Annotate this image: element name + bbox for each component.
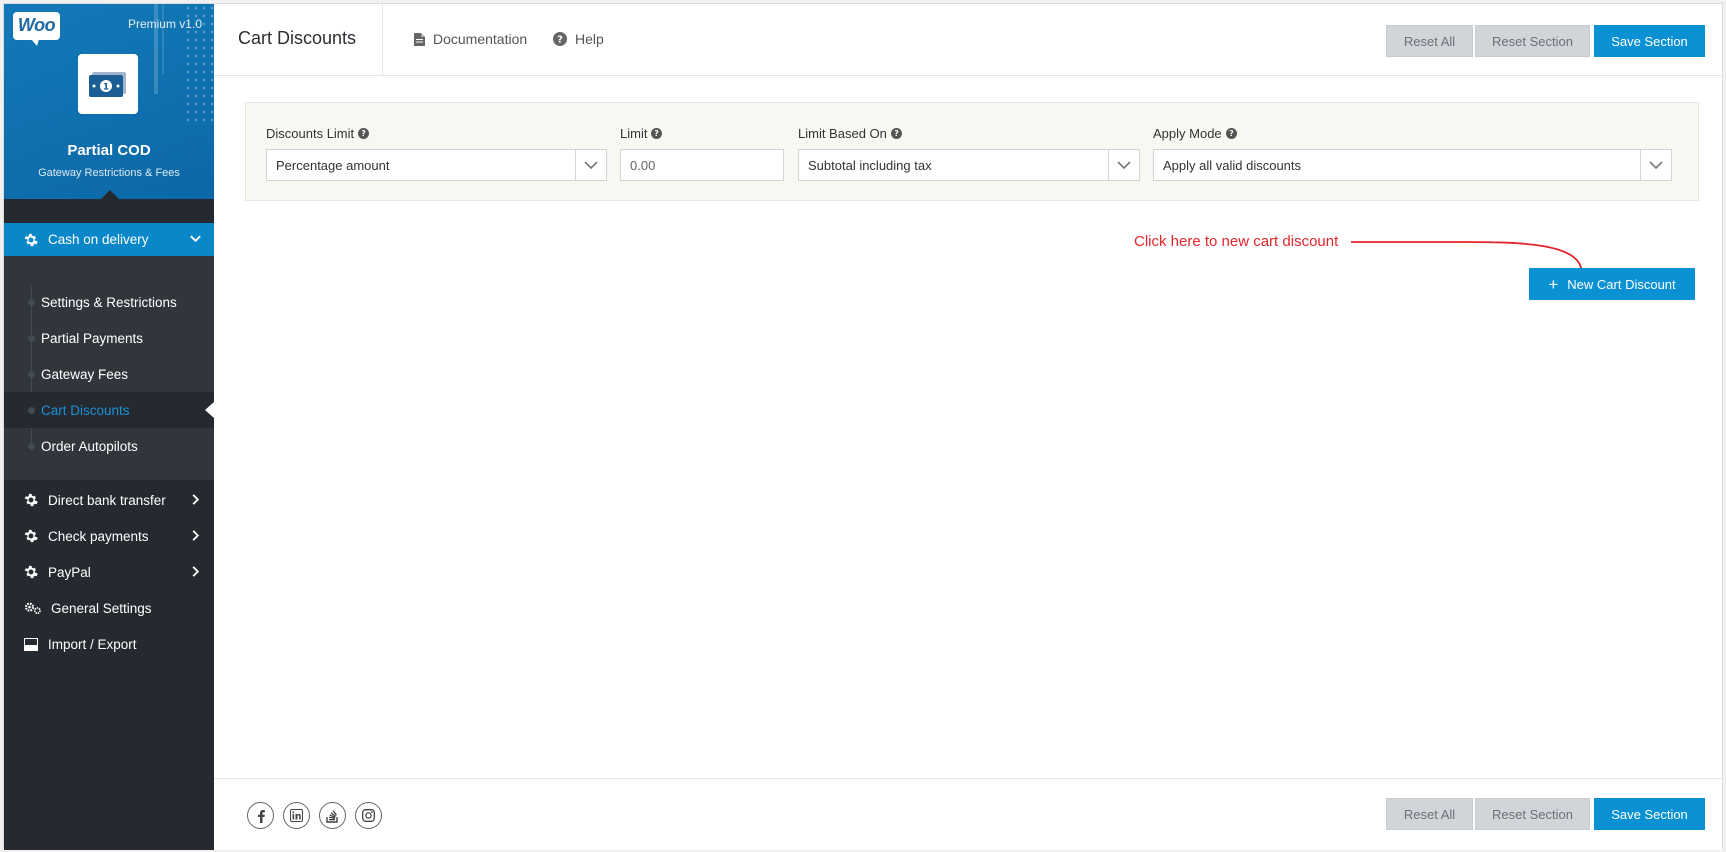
menu-item-import-export[interactable]: Import / Export [4,626,214,662]
page-title: Cart Discounts [238,28,357,48]
limit-based-on-label: Limit Based On ? [798,126,902,141]
menu-item-label: PayPal [48,564,91,580]
apply-mode-label-text: Apply Mode [1153,126,1222,141]
limit-placeholder: 0.00 [630,157,656,173]
limit-input[interactable]: 0.00 [620,149,784,181]
stackoverflow-icon[interactable] [319,802,346,829]
menu-item-label: General Settings [51,600,152,616]
sidebar-item-cart-discounts[interactable]: Cart Discounts [4,392,214,428]
apply-mode-label: Apply Mode ? [1153,126,1237,141]
sidebar-item-label: Order Autopilots [41,438,138,454]
chevron-down-icon [1640,150,1671,180]
sidebar-item-partial-payments[interactable]: Partial Payments [4,320,214,356]
gear-icon [24,233,40,247]
money-icon: 1 [78,54,138,114]
new-cart-discount-button[interactable]: + New Cart Discount [1529,268,1695,300]
svg-text:?: ? [894,129,899,138]
menu-item-check-payments[interactable]: Check payments [4,518,214,554]
help-icon[interactable]: ? [651,128,663,139]
chevron-right-icon [189,493,202,509]
woo-logo-text: Woo [17,15,56,35]
facebook-icon[interactable] [247,802,274,829]
menu-item-paypal[interactable]: PayPal [4,554,214,590]
menu-item-label: Cash on delivery [48,232,149,247]
gear-icon [24,565,40,579]
active-pointer [205,402,214,418]
menu-item-general-settings[interactable]: General Settings [4,590,214,626]
chevron-down-icon [575,150,606,180]
chevron-right-icon [189,565,202,581]
help-label: Help [575,31,604,47]
sidebar-item-label: Gateway Fees [41,366,129,382]
svg-text:1: 1 [103,83,109,93]
chevron-right-icon [189,529,202,545]
limit-based-on-select[interactable]: Subtotal including tax [798,149,1140,181]
svg-text:?: ? [557,35,563,46]
sidebar-item-gateway-fees[interactable]: Gateway Fees [4,356,214,392]
import-export-icon [24,637,40,651]
help-icon[interactable]: ? [890,128,902,139]
app-frame: Woo Premium v1.0 1 Partial COD Gateway R… [3,3,1723,850]
gears-icon [24,601,43,615]
save-section-button[interactable]: Save Section [1594,25,1705,57]
annotation-text: Click here to new cart discount [1134,233,1339,250]
documentation-link[interactable]: Documentation [414,31,527,47]
sidebar-item-label: Settings & Restrictions [41,294,177,310]
gear-icon [24,493,40,507]
apply-mode-value: Apply all valid discounts [1163,157,1302,173]
premium-version: Premium v1.0 [127,17,202,31]
limit-label-text: Limit [620,126,648,141]
discounts-limit-select[interactable]: Percentage amount [266,149,607,181]
plugin-name: Partial COD [67,142,151,159]
svg-text:?: ? [655,129,660,138]
sidebar-item-label: Cart Discounts [41,402,130,418]
menu-item-cash-on-delivery[interactable]: Cash on delivery [4,223,214,256]
menu-item-label: Direct bank transfer [48,492,166,508]
limit-based-on-label-text: Limit Based On [798,126,887,141]
chevron-down-icon [189,232,202,248]
woo-logo: Woo [13,12,60,46]
sidebar: Woo Premium v1.0 1 Partial COD Gateway R… [4,4,214,850]
limit-label: Limit ? [620,126,663,141]
sidebar-item-label: Partial Payments [41,330,144,346]
svg-text:?: ? [1229,129,1234,138]
discounts-limit-value: Percentage amount [276,157,390,173]
limit-based-on-value: Subtotal including tax [808,157,932,173]
document-icon [414,32,425,46]
menu-item-label: Check payments [48,528,149,544]
menu-item-label: Import / Export [48,636,137,652]
help-link[interactable]: ? Help [553,31,604,47]
new-cart-discount-label: New Cart Discount [1567,276,1676,292]
discounts-limit-label: Discounts Limit ? [266,126,370,141]
documentation-label: Documentation [433,31,528,47]
sidebar-item-order-autopilots[interactable]: Order Autopilots [4,428,214,464]
header: Cart Discounts Documentation ? Help Rese… [214,4,1722,76]
help-icon[interactable]: ? [1225,128,1237,139]
footer: Reset All Reset Section Save Section [214,778,1722,850]
help-icon[interactable]: ? [358,128,370,139]
instagram-icon[interactable] [355,802,382,829]
reset-section-button[interactable]: Reset Section [1475,798,1590,830]
save-section-button[interactable]: Save Section [1594,798,1705,830]
plus-icon: + [1548,274,1559,294]
help-icon: ? [553,32,567,46]
sidebar-item-settings-restrictions[interactable]: Settings & Restrictions [4,284,214,320]
discounts-limit-label-text: Discounts Limit [266,126,355,141]
gear-icon [24,529,40,543]
discount-settings-panel: Discounts Limit ? Percentage amount Limi… [245,102,1699,201]
chevron-down-icon [1108,150,1139,180]
reset-all-button[interactable]: Reset All [1386,798,1473,830]
svg-text:?: ? [361,129,366,138]
reset-section-button[interactable]: Reset Section [1475,25,1590,57]
brand-panel: Woo Premium v1.0 1 Partial COD Gateway R… [4,4,214,199]
cod-submenu: Settings & Restrictions Partial Payments… [4,256,214,480]
reset-all-button[interactable]: Reset All [1386,25,1473,57]
apply-mode-select[interactable]: Apply all valid discounts [1153,149,1672,181]
menu-item-direct-bank-transfer[interactable]: Direct bank transfer [4,482,214,518]
linkedin-icon[interactable] [283,802,310,829]
plugin-subtitle: Gateway Restrictions & Fees [38,167,180,179]
